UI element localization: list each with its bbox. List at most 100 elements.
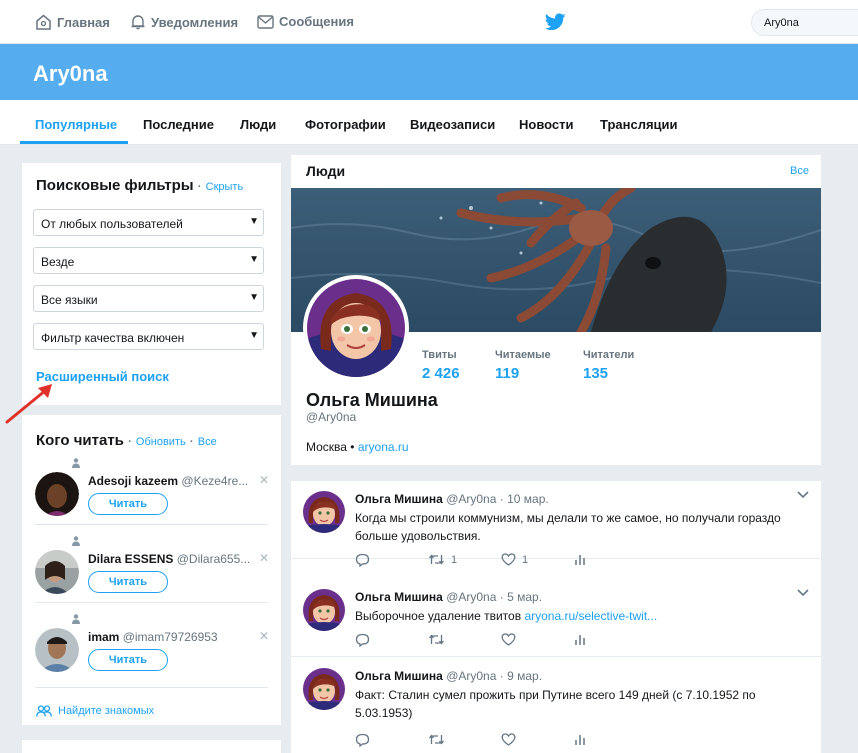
user-avatar[interactable] xyxy=(35,550,79,594)
tweet-avatar[interactable] xyxy=(303,589,345,631)
retweet-count: 1 xyxy=(451,553,458,566)
find-friends-link[interactable]: Найдите знакомых xyxy=(36,705,154,717)
chevron-down-icon[interactable] xyxy=(797,589,809,597)
bell-icon xyxy=(131,15,145,30)
tab-popular[interactable]: Популярные xyxy=(35,117,117,132)
user-avatar[interactable] xyxy=(35,472,79,516)
filter-language-select[interactable]: Все языки ▼ xyxy=(33,285,264,312)
tab-photos[interactable]: Фотографии xyxy=(305,117,386,132)
like-action[interactable]: 1 xyxy=(501,553,528,566)
stat-following[interactable]: Читаемые 119 xyxy=(495,349,551,382)
chevron-down-icon[interactable] xyxy=(797,491,809,499)
user-display-name: Dilara ESSENS xyxy=(88,552,174,566)
retweet-icon xyxy=(428,734,445,745)
profile-name[interactable]: Ольга Мишина xyxy=(306,390,438,411)
follow-button[interactable]: Читать xyxy=(88,649,168,671)
nav-notifications-label: Уведомления xyxy=(151,14,239,30)
profile-avatar[interactable] xyxy=(303,275,409,381)
filter-quality-value: Фильтр качества включен xyxy=(41,331,185,345)
tweet-text: Факт: Сталин сумел прожить при Путине вс… xyxy=(355,686,810,722)
user-display-name: imam xyxy=(88,630,120,644)
divider xyxy=(35,602,268,603)
dismiss-icon[interactable]: ✕ xyxy=(259,629,269,643)
like-action[interactable] xyxy=(501,633,516,646)
tweet-author-name[interactable]: Ольга Мишина xyxy=(355,590,443,604)
user-name[interactable]: imam @imam79726953 xyxy=(88,630,253,644)
nav-home[interactable]: Главная xyxy=(35,14,110,30)
reply-action[interactable] xyxy=(355,553,370,567)
user-display-name: Adesoji kazeem xyxy=(88,474,179,488)
nav-notifications[interactable]: Уведомления xyxy=(130,14,238,30)
tweet-author-handle[interactable]: @Ary0na xyxy=(446,492,496,506)
tweet[interactable]: Ольга Мишина @Ary0na · 10 мар. Когда мы … xyxy=(291,481,821,567)
caret-down-icon: ▼ xyxy=(249,254,259,265)
reply-action[interactable] xyxy=(355,733,370,747)
tab-latest[interactable]: Последние xyxy=(143,117,214,132)
trends-card xyxy=(22,740,281,753)
caret-down-icon: ▼ xyxy=(249,216,259,227)
nav-messages[interactable]: Сообщения xyxy=(257,14,354,29)
tweet[interactable]: Ольга Мишина @Ary0na · 9 мар. Факт: Стал… xyxy=(291,658,821,747)
tweet-avatar[interactable] xyxy=(303,668,345,710)
tweet-author-name[interactable]: Ольга Мишина xyxy=(355,669,443,683)
retweet-action[interactable]: 1 xyxy=(428,553,457,566)
tweet-date[interactable]: 10 мар. xyxy=(507,492,549,506)
tweet-text-content: Факт: Сталин сумел прожить при Путине вс… xyxy=(355,688,756,720)
tweet[interactable]: Ольга Мишина @Ary0na · 5 мар. Выборочное… xyxy=(291,579,821,657)
profile-website-link[interactable]: aryona.ru xyxy=(358,440,409,454)
like-count: 1 xyxy=(522,553,529,566)
analytics-action[interactable] xyxy=(574,733,586,746)
stat-tweets[interactable]: Твиты 2 426 xyxy=(422,349,460,382)
filter-quality-select[interactable]: Фильтр качества включен ▼ xyxy=(33,323,264,350)
people-icon xyxy=(36,705,52,717)
tweet-date[interactable]: 5 мар. xyxy=(507,590,542,604)
stat-label: Читатели xyxy=(583,349,635,361)
follow-button[interactable]: Читать xyxy=(88,493,168,515)
twitter-bird-icon[interactable] xyxy=(545,13,566,31)
tweet-avatar[interactable] xyxy=(303,491,345,533)
stat-followers[interactable]: Читатели 135 xyxy=(583,349,634,382)
tweet-author-handle[interactable]: @Ary0na xyxy=(446,590,496,604)
people-all-link[interactable]: Все xyxy=(790,165,809,177)
analytics-action[interactable] xyxy=(574,633,586,646)
user-name[interactable]: Adesoji kazeem @Keze4re... xyxy=(88,474,253,488)
search-filters-card: Поисковые фильтры · Скрыть От любых поль… xyxy=(22,163,281,405)
tweet-date[interactable]: 9 мар. xyxy=(507,669,542,683)
tab-people[interactable]: Люди xyxy=(240,117,276,132)
user-avatar[interactable] xyxy=(35,628,79,672)
tweet-link[interactable]: aryona.ru/selective-twit... xyxy=(524,609,657,623)
search-input[interactable]: Ary0na xyxy=(751,9,858,36)
filter-location-value: Везде xyxy=(41,255,75,269)
people-section-header: Люди Все xyxy=(291,155,821,188)
follow-button[interactable]: Читать xyxy=(88,571,168,593)
reply-icon xyxy=(355,553,370,567)
filter-users-select[interactable]: От любых пользователей ▼ xyxy=(33,209,264,236)
tweet-author-handle[interactable]: @Ary0na xyxy=(446,669,496,683)
analytics-icon xyxy=(575,555,585,565)
filter-language-value: Все языки xyxy=(41,293,98,307)
tweet-author-name[interactable]: Ольга Мишина xyxy=(355,492,443,506)
tweet-header: Ольга Мишина @Ary0na · 9 мар. xyxy=(355,669,543,683)
profile-handle[interactable]: @Ary0na xyxy=(306,410,356,424)
user-name[interactable]: Dilara ESSENS @Dilara655... xyxy=(88,552,253,566)
retweet-action[interactable] xyxy=(428,633,445,646)
refresh-link[interactable]: Обновить xyxy=(136,436,186,448)
caret-down-icon: ▼ xyxy=(249,292,259,303)
like-action[interactable] xyxy=(501,733,516,746)
view-all-link[interactable]: Все xyxy=(198,436,217,448)
filter-location-select[interactable]: Везде ▼ xyxy=(33,247,264,274)
suggested-user: Adesoji kazeem @Keze4re... ✕ Читать xyxy=(22,455,281,533)
search-banner: Ary0na xyxy=(0,44,858,100)
analytics-action[interactable] xyxy=(574,553,586,566)
dismiss-icon[interactable]: ✕ xyxy=(259,473,269,487)
dismiss-icon[interactable]: ✕ xyxy=(259,551,269,565)
tab-news[interactable]: Новости xyxy=(519,117,574,132)
tab-videos[interactable]: Видеозаписи xyxy=(410,117,495,132)
who-to-follow-title: Кого читать xyxy=(36,432,124,449)
retweet-action[interactable] xyxy=(428,733,445,746)
tab-broadcasts[interactable]: Трансляции xyxy=(600,117,678,132)
heart-icon xyxy=(501,553,516,566)
reply-action[interactable] xyxy=(355,633,370,647)
hide-filters-link[interactable]: Скрыть xyxy=(206,181,244,193)
reply-icon xyxy=(355,633,370,647)
